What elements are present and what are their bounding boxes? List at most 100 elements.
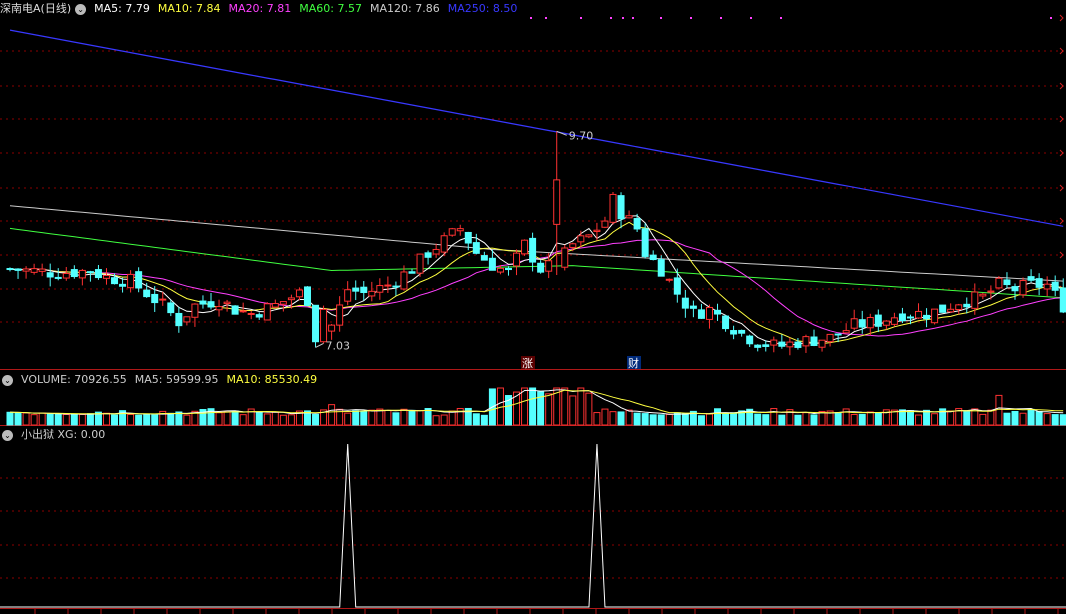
top-dot-9 bbox=[750, 17, 752, 19]
candle-body bbox=[488, 257, 496, 271]
volume-bar bbox=[54, 413, 62, 426]
kline-chart[interactable]: 9.70 7.03 涨 财 bbox=[0, 0, 1066, 614]
right-tick-4 bbox=[1059, 149, 1064, 157]
candle-body bbox=[328, 324, 336, 332]
volume-bar bbox=[1059, 414, 1066, 426]
volume-bar bbox=[529, 387, 537, 426]
volume-bar bbox=[392, 412, 400, 426]
volume-bar bbox=[86, 413, 94, 426]
ma10-line bbox=[9, 221, 1064, 345]
candle-body bbox=[416, 253, 424, 274]
volume-bar bbox=[263, 413, 271, 426]
volume-bar bbox=[135, 414, 143, 426]
candle-body bbox=[247, 312, 255, 315]
candle-body bbox=[689, 305, 697, 309]
candle-body bbox=[947, 308, 955, 313]
volume-bar bbox=[673, 412, 681, 426]
candle-body bbox=[360, 286, 368, 294]
candle-body bbox=[143, 289, 151, 298]
volume-bar bbox=[858, 413, 866, 426]
candle-body bbox=[866, 316, 874, 329]
volume-bar bbox=[649, 414, 657, 426]
candle-body bbox=[850, 318, 858, 329]
volume-bar bbox=[30, 414, 38, 426]
volume-bar bbox=[665, 413, 673, 426]
volume-bar bbox=[239, 414, 247, 426]
candle-body bbox=[826, 333, 834, 343]
candle-body bbox=[167, 302, 175, 314]
candle-body bbox=[287, 297, 295, 301]
candle-body bbox=[641, 228, 649, 257]
volume-bar bbox=[287, 414, 295, 426]
candle-body bbox=[890, 317, 898, 325]
candle-body bbox=[480, 255, 488, 261]
top-dot-6 bbox=[660, 17, 662, 19]
candle-body bbox=[513, 252, 521, 267]
candle-body bbox=[802, 336, 810, 347]
volume-ma5-line bbox=[9, 389, 1064, 415]
volume-bar bbox=[151, 414, 159, 426]
ma120-line bbox=[9, 205, 1064, 282]
event-marker-cai: 财 bbox=[628, 356, 639, 370]
volume-bar bbox=[255, 411, 263, 426]
candle-body bbox=[456, 228, 464, 232]
volume-bar bbox=[601, 408, 609, 426]
volume-bar bbox=[625, 409, 633, 426]
volume-bar bbox=[408, 409, 416, 426]
candle-body bbox=[183, 316, 191, 323]
volume-bar bbox=[714, 408, 722, 426]
volume-bar bbox=[432, 415, 440, 426]
candle-body bbox=[504, 267, 512, 271]
top-dot-7 bbox=[690, 17, 692, 19]
candle-body bbox=[794, 341, 802, 348]
candle-body bbox=[344, 289, 352, 302]
candle-body bbox=[263, 303, 271, 321]
candle-body bbox=[231, 305, 239, 315]
volume-bar bbox=[279, 414, 287, 426]
candle-body bbox=[320, 308, 328, 343]
candle-body bbox=[472, 242, 480, 254]
volume-bar bbox=[874, 412, 882, 426]
candle-body bbox=[979, 293, 987, 297]
candle-body bbox=[673, 277, 681, 295]
candle-body bbox=[295, 289, 303, 298]
volume-bar bbox=[545, 393, 553, 426]
volume-bar bbox=[127, 413, 135, 426]
volume-bar bbox=[1027, 408, 1035, 426]
candle-body bbox=[119, 283, 127, 287]
candle-body bbox=[553, 179, 561, 225]
high-price-label: 9.70 bbox=[569, 129, 594, 142]
candle-body bbox=[898, 313, 906, 322]
candle-body bbox=[915, 310, 923, 319]
candle-body bbox=[882, 320, 890, 326]
candle-body bbox=[778, 341, 786, 347]
volume-bar bbox=[62, 414, 70, 426]
candle-body bbox=[38, 268, 46, 272]
volume-bar bbox=[1043, 413, 1051, 426]
volume-bar bbox=[585, 392, 593, 426]
candle-body bbox=[874, 314, 882, 327]
volume-bar bbox=[931, 413, 939, 426]
candle-body bbox=[368, 290, 376, 297]
volume-bar bbox=[1035, 411, 1043, 426]
volume-bar bbox=[111, 414, 119, 426]
volume-bar bbox=[987, 409, 995, 426]
top-dot-8 bbox=[720, 17, 722, 19]
right-tick-5 bbox=[1059, 184, 1064, 192]
candle-body bbox=[609, 193, 617, 223]
candle-body bbox=[529, 237, 537, 263]
candle-body bbox=[585, 234, 593, 238]
volume-bar bbox=[46, 413, 54, 426]
candle-body bbox=[810, 336, 818, 346]
volume-bar bbox=[609, 411, 617, 426]
candle-body bbox=[175, 312, 183, 327]
volume-bar bbox=[778, 414, 786, 426]
top-dot-0 bbox=[530, 17, 532, 19]
volume-bar bbox=[762, 414, 770, 426]
volume-bar bbox=[681, 413, 689, 426]
candle-body bbox=[135, 271, 143, 289]
candle-body bbox=[521, 239, 529, 255]
candle-body bbox=[384, 284, 392, 287]
candle-body bbox=[78, 269, 86, 279]
event-marker-zhang: 涨 bbox=[522, 357, 533, 370]
